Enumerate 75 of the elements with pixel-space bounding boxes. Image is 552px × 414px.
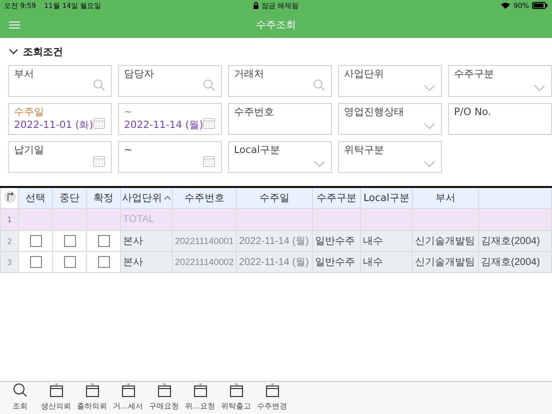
- filter-field[interactable]: Local구분: [228, 141, 332, 173]
- filter-field[interactable]: 위탁구분: [338, 141, 442, 173]
- table-cell: 내수: [360, 252, 412, 272]
- section-toggle[interactable]: 조회조건: [0, 38, 72, 65]
- window-icon: [158, 383, 170, 397]
- dropdown-chevron-icon: [424, 123, 435, 129]
- calendar-icon: [203, 118, 215, 129]
- lock-icon: [253, 2, 260, 9]
- search-icon: [93, 79, 105, 91]
- search-icon: [203, 79, 215, 91]
- filter-field[interactable]: 거래처: [228, 65, 332, 97]
- column-header[interactable]: 수주일: [236, 187, 312, 208]
- column-header[interactable]: 확정: [86, 187, 120, 208]
- filter-field[interactable]: 부서: [8, 65, 112, 97]
- table-cell: 신기술개발팀: [412, 230, 478, 252]
- column-header[interactable]: 사업단위: [120, 187, 172, 208]
- window-icon: [50, 383, 62, 397]
- filter-field[interactable]: 수주일 2022-11-01 (화): [8, 103, 112, 135]
- column-header[interactable]: 수주번호: [172, 187, 236, 208]
- table-cell: 신기술개발팀: [412, 252, 478, 272]
- filter-field[interactable]: 담당자: [118, 65, 222, 97]
- window-icon: [122, 383, 134, 397]
- window-icon: [86, 383, 98, 397]
- filter-field[interactable]: ~: [118, 141, 222, 173]
- row-number: 2: [7, 236, 12, 246]
- checkbox[interactable]: [64, 235, 76, 247]
- column-header[interactable]: 중단: [52, 187, 86, 208]
- table-cell: 김재호(2004): [478, 252, 552, 272]
- dropdown-chevron-icon: [424, 161, 435, 167]
- table-cell: TOTAL: [120, 208, 172, 230]
- search-icon: [13, 383, 27, 397]
- menu-icon[interactable]: [9, 21, 20, 29]
- table-cell: 일반수주: [312, 252, 360, 272]
- calendar-icon: [93, 156, 105, 167]
- sort-caret-icon: [164, 196, 171, 200]
- filter-field[interactable]: 영업진행상태: [338, 103, 442, 135]
- calendar-icon: [93, 118, 105, 129]
- table-cell: 202211140001: [172, 230, 236, 252]
- checkbox[interactable]: [64, 256, 76, 268]
- row-number: 3: [7, 258, 12, 266]
- filter-field[interactable]: 납기일: [8, 141, 112, 173]
- table-cell: 내수: [360, 230, 412, 252]
- row-number: 1: [7, 215, 12, 224]
- table-cell: 본사: [120, 230, 172, 252]
- filter-field[interactable]: ~ 2022-11-14 (월): [118, 103, 222, 135]
- search-icon: [313, 79, 325, 91]
- table-cell: 본사: [120, 252, 172, 272]
- filter-field[interactable]: 수주구분: [448, 65, 552, 97]
- column-settings-icon[interactable]: [4, 190, 16, 202]
- window-icon: [194, 383, 206, 397]
- dropdown-chevron-icon: [314, 161, 325, 167]
- page-title: 수주조회: [256, 18, 296, 32]
- calendar-icon: [203, 156, 215, 167]
- filter-field[interactable]: P/O No.: [448, 103, 552, 135]
- checkbox[interactable]: [30, 235, 42, 247]
- checkbox[interactable]: [98, 235, 110, 247]
- dropdown-chevron-icon: [534, 85, 545, 91]
- table-cell: 김재호(2004): [478, 230, 552, 252]
- dropdown-chevron-icon: [424, 85, 435, 91]
- table-cell: 2022-11-14 (월): [236, 252, 312, 272]
- filter-field[interactable]: 수주번호: [228, 103, 332, 135]
- window-icon: [230, 383, 242, 397]
- checkbox[interactable]: [30, 256, 42, 268]
- window-icon: [266, 383, 278, 397]
- battery-icon: [532, 2, 548, 9]
- column-header[interactable]: Local구분: [360, 187, 412, 208]
- filter-field[interactable]: 사업단위: [338, 65, 442, 97]
- table-cell: 2022-11-14 (월): [236, 230, 312, 252]
- wifi-icon: [501, 2, 510, 9]
- column-header[interactable]: 수주구분: [312, 187, 360, 208]
- checkbox[interactable]: [98, 256, 110, 268]
- column-header[interactable]: 선택: [18, 187, 52, 208]
- table-cell: 202211140002: [172, 252, 236, 272]
- table-cell: 일반수주: [312, 230, 360, 252]
- column-header[interactable]: 부서: [412, 187, 478, 208]
